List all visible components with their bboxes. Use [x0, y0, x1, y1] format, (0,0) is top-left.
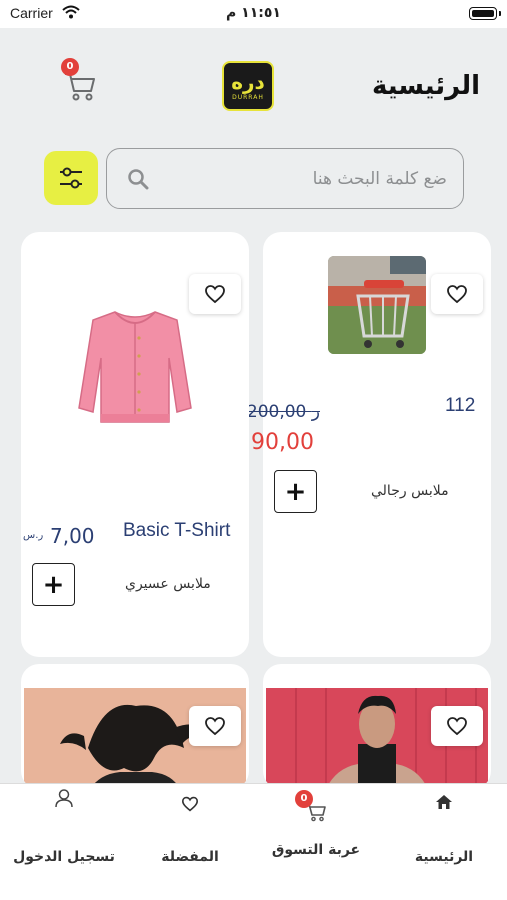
plus-icon: +	[284, 476, 307, 507]
search-box[interactable]	[106, 148, 464, 209]
app-logo: دره DURRAH	[222, 61, 274, 111]
heart-icon	[205, 285, 225, 304]
cart-icon	[253, 802, 379, 822]
product-image-pink-cardigan	[77, 308, 193, 426]
product-new-price: 90,00	[251, 430, 314, 455]
logo-subtitle: DURRAH	[232, 93, 264, 101]
cart-tab-badge: 0	[295, 790, 313, 808]
product-image-shopping-cart	[328, 256, 426, 354]
tab-login[interactable]: تسجيل الدخول	[1, 784, 127, 900]
product-currency: ر.س	[23, 530, 44, 541]
tab-home[interactable]: الرئيسية	[381, 784, 507, 900]
battery-tip	[499, 11, 501, 16]
add-to-cart-button[interactable]: +	[274, 470, 317, 513]
favorite-button[interactable]	[189, 274, 241, 314]
battery-icon	[469, 7, 497, 20]
product-old-price: 200,00 ر	[246, 402, 320, 422]
product-category: ملابس عسيري	[125, 576, 211, 592]
product-card[interactable]	[21, 664, 249, 789]
tab-cart-label: عربة التسوق	[271, 842, 361, 858]
favorite-button[interactable]	[431, 274, 483, 314]
product-card[interactable]	[263, 664, 491, 789]
tab-favorites-label: المفضلة	[161, 849, 219, 865]
product-name: 112	[445, 395, 476, 416]
favorite-button[interactable]	[189, 706, 241, 746]
filter-button[interactable]	[44, 151, 98, 205]
heart-icon	[447, 285, 467, 304]
product-card[interactable]: Basic T-Shirt ر.س 7,00 ملابس عسيري +	[21, 232, 249, 657]
bottom-tab-bar: الرئيسية 0 عربة التسوق المفضلة تسجيل الد…	[0, 783, 507, 900]
header-cart-button[interactable]: 0	[61, 58, 97, 102]
plus-icon: +	[42, 569, 65, 600]
tab-login-label: تسجيل الدخول	[13, 849, 115, 865]
page-title: الرئيسية	[371, 71, 480, 101]
user-icon	[1, 788, 127, 808]
logo-mark: دره	[231, 69, 265, 94]
cart-count-badge: 0	[61, 58, 79, 76]
product-name: Basic T-Shirt	[123, 520, 231, 541]
product-price: 7,00	[50, 524, 95, 548]
home-icon	[381, 794, 507, 810]
heart-icon	[447, 717, 467, 736]
tab-favorites[interactable]: المفضلة	[127, 784, 253, 900]
favorite-button[interactable]	[431, 706, 483, 746]
tab-cart[interactable]: 0 عربة التسوق	[253, 784, 379, 900]
add-to-cart-button[interactable]: +	[32, 563, 75, 606]
sliders-icon	[60, 167, 82, 189]
heart-icon	[127, 796, 253, 812]
heart-icon	[205, 717, 225, 736]
status-time: ١١:٥١ م	[226, 5, 281, 21]
product-category: ملابس رجالي	[371, 483, 449, 499]
tab-home-label: الرئيسية	[414, 849, 474, 865]
search-input[interactable]	[165, 159, 447, 199]
search-icon	[127, 168, 149, 194]
status-bar: Carrier ١١:٥١ م	[0, 0, 507, 28]
product-card[interactable]: 112 200,00 ر 90,00 ملابس رجالي +	[247, 232, 491, 657]
